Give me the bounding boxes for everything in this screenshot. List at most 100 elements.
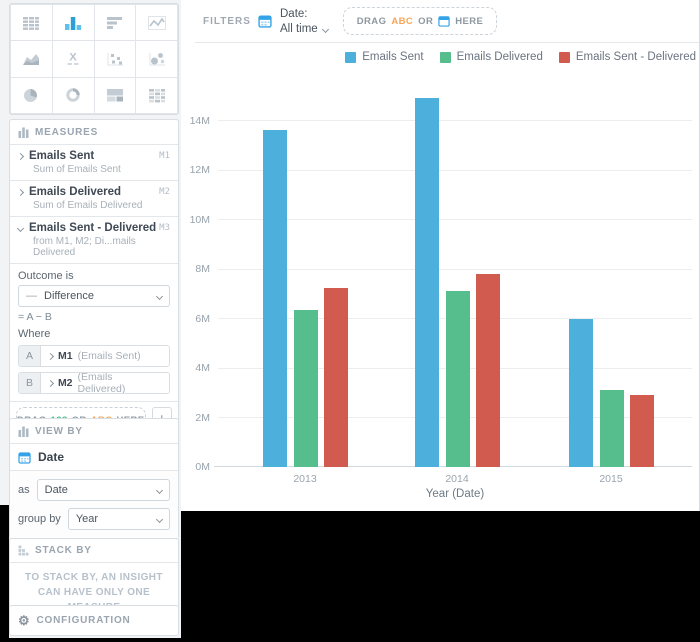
configuration-panel[interactable]: ⚙ CONFIGURATION: [9, 605, 179, 636]
legend-label: Emails Sent - Delivered: [576, 51, 696, 63]
measures-header: MEASURES: [10, 120, 178, 144]
measure-badge: M1: [159, 151, 170, 161]
chevron-right-icon[interactable]: [47, 379, 54, 386]
svg-text:X: X: [69, 51, 77, 63]
chevron-down-icon: [156, 515, 163, 522]
measures-panel: MEASURES Emails Sent M1 Sum of Emails Se…: [9, 119, 179, 440]
text-attr-token: ABC: [391, 16, 413, 27]
measure-badge: M2: [159, 187, 170, 197]
y-tick-label: 0M: [174, 461, 210, 473]
chart-legend: Emails Sent Emails Delivered Emails Sent -…: [345, 51, 696, 63]
viz-type-line-chart[interactable]: [136, 5, 177, 40]
x-axis-title: Year (Date): [218, 488, 692, 500]
screenshot-black-margin: [0, 505, 9, 642]
gear-icon: ⚙: [18, 613, 30, 629]
as-select[interactable]: Date: [37, 479, 170, 501]
filters-label: FILTERS: [203, 16, 251, 27]
view-by-attribute-date[interactable]: Date: [10, 443, 178, 470]
legend-item[interactable]: Emails Delivered: [440, 51, 543, 63]
bar-2015-series-1[interactable]: [600, 390, 624, 467]
y-tick-label: 14M: [174, 115, 210, 127]
gridline: [218, 219, 692, 220]
table-icon: [19, 13, 43, 33]
calendar-icon: [438, 15, 450, 27]
pie-chart-icon: [19, 85, 43, 105]
as-label: as: [18, 484, 30, 496]
area-chart-icon: [19, 49, 43, 69]
measure-title: Emails Delivered: [29, 186, 121, 198]
bar-2014-series-2[interactable]: [476, 274, 500, 467]
viz-type-area-chart[interactable]: [11, 41, 52, 76]
viz-type-table[interactable]: [11, 5, 52, 40]
bar-2014-series-0[interactable]: [415, 98, 439, 467]
chevron-down-icon: [156, 486, 163, 493]
y-tick-label: 8M: [174, 263, 210, 275]
viz-type-column-chart-selected[interactable]: [53, 5, 94, 40]
measure-item-emails-delivered[interactable]: Emails Delivered M2 Sum of Emails Delive…: [10, 180, 178, 216]
viz-type-bar-chart[interactable]: [95, 5, 136, 40]
gridline: [218, 269, 692, 270]
calendar-icon: [258, 14, 272, 28]
legend-item[interactable]: Emails Sent: [345, 51, 423, 63]
measure-item-emails-sent[interactable]: Emails Sent M1 Sum of Emails Sent: [10, 144, 178, 180]
gridline: [218, 170, 692, 171]
viz-type-scatter-plot[interactable]: [95, 41, 136, 76]
bar-2013-series-2[interactable]: [324, 288, 348, 467]
operand-row-b[interactable]: B M2 (Emails Delivered): [18, 372, 170, 394]
bar-2013-series-1[interactable]: [294, 310, 318, 467]
bar-2015-series-0[interactable]: [569, 319, 593, 468]
viz-type-heatmap[interactable]: [136, 78, 177, 113]
operand-key: A: [19, 346, 41, 366]
measure-subtitle: Sum of Emails Sent: [33, 164, 170, 175]
viz-type-bubble-chart[interactable]: [136, 41, 177, 76]
where-label: Where: [18, 328, 170, 340]
bar-2014-series-1[interactable]: [446, 291, 470, 467]
view-by-icon: [18, 426, 29, 437]
calendar-icon: [18, 451, 31, 464]
viz-type-donut-chart[interactable]: [53, 78, 94, 113]
stack-by-header: STACK BY: [10, 539, 178, 563]
viz-type-headline[interactable]: X: [53, 41, 94, 76]
drop-zone-text: OR: [418, 16, 433, 27]
chevron-down-icon[interactable]: [17, 224, 24, 231]
measure-subtitle: Sum of Emails Delivered: [33, 200, 170, 211]
y-tick-label: 4M: [174, 362, 210, 374]
operand-ref: M1: [58, 350, 73, 362]
gridline: [218, 120, 692, 121]
drop-zone-text: HERE: [455, 16, 483, 27]
date-filter-label: Date:: [280, 7, 328, 22]
viz-type-treemap[interactable]: [95, 78, 136, 113]
x-tick-label: 2013: [260, 473, 350, 485]
filter-drop-zone[interactable]: DRAG ABC OR HERE: [343, 7, 497, 35]
chevron-right-icon[interactable]: [17, 152, 24, 159]
outcome-label: Outcome is: [18, 270, 170, 282]
viz-type-pie-chart[interactable]: [11, 78, 52, 113]
outcome-select[interactable]: — Difference: [18, 285, 170, 307]
outcome-value: Difference: [44, 290, 94, 302]
legend-swatch: [440, 52, 451, 63]
operand-row-a[interactable]: A M1 (Emails Sent): [18, 345, 170, 367]
x-tick-label: 2015: [566, 473, 656, 485]
date-filter-value: All time: [280, 22, 318, 37]
group-by-select[interactable]: Year: [68, 508, 170, 530]
chevron-right-icon[interactable]: [17, 188, 24, 195]
chevron-down-icon: [156, 292, 163, 299]
heatmap-icon: [145, 85, 169, 105]
column-chart-icon: [61, 13, 85, 33]
operand-name: (Emails Delivered): [78, 372, 162, 394]
measures-header-label: MEASURES: [35, 127, 98, 138]
date-filter[interactable]: Date: All time: [280, 7, 328, 37]
stack-by-header-label: STACK BY: [35, 545, 92, 556]
legend-item[interactable]: Emails Sent - Delivered: [559, 51, 696, 63]
measure-title: Emails Sent - Delivered: [29, 222, 156, 234]
legend-label: Emails Sent: [362, 51, 423, 63]
treemap-icon: [103, 85, 127, 105]
bar-2015-series-2[interactable]: [630, 395, 654, 467]
y-tick-label: 10M: [174, 214, 210, 226]
donut-chart-icon: [61, 85, 85, 105]
measure-item-emails-sent-delivered[interactable]: Emails Sent - Delivered M3 from M1, M2; …: [10, 216, 178, 263]
view-by-header: VIEW BY: [10, 419, 178, 443]
bar-2013-series-0[interactable]: [263, 130, 287, 467]
chevron-right-icon[interactable]: [47, 352, 54, 359]
operand-name: (Emails Sent): [78, 350, 141, 362]
